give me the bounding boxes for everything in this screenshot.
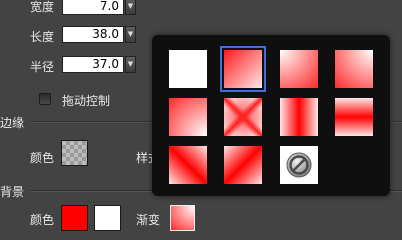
- gradient-picker-button[interactable]: [170, 205, 195, 231]
- edge-section-label: 边缘: [0, 116, 25, 130]
- edge-color-label: 颜色: [30, 151, 55, 165]
- length-label: 长度: [30, 30, 55, 44]
- gradient-option-diagonal-stripe-1[interactable]: [169, 146, 207, 184]
- gradient-option-diagonal-stripe-2[interactable]: [224, 146, 262, 184]
- gradient-popup: [152, 35, 390, 196]
- gradient-option-linear-diagonal[interactable]: [220, 46, 266, 92]
- gradient-option-vertical-stripe[interactable]: [280, 98, 318, 136]
- drag-control-label: 拖动控制: [62, 94, 111, 108]
- background-secondary-color-swatch[interactable]: [94, 205, 121, 231]
- radius-input[interactable]: 37.0: [62, 56, 124, 73]
- edge-color-swatch[interactable]: [61, 140, 88, 166]
- background-primary-color-swatch[interactable]: [61, 205, 88, 231]
- no-entry-icon: [286, 152, 312, 178]
- drag-control-checkbox[interactable]: [39, 93, 51, 105]
- gradient-option-disabled[interactable]: [280, 146, 318, 184]
- length-dropdown-button[interactable]: ▼: [125, 26, 136, 43]
- radius-dropdown-button[interactable]: ▼: [125, 56, 136, 73]
- gradient-option-radial-top-left[interactable]: [280, 50, 318, 88]
- gradient-option-horizontal-stripe[interactable]: [335, 98, 373, 136]
- gradient-option-none[interactable]: [169, 50, 207, 88]
- gradient-label: 渐变: [136, 213, 161, 227]
- chevron-down-icon: ▼: [127, 2, 134, 10]
- radius-label: 半径: [30, 60, 55, 74]
- gradient-option-radial-top-right[interactable]: [335, 50, 373, 88]
- width-label: 宽度: [30, 0, 55, 14]
- width-dropdown-button[interactable]: ▼: [125, 0, 136, 15]
- background-color-label: 颜色: [30, 213, 55, 227]
- background-section-label: 背景: [0, 185, 25, 199]
- width-input[interactable]: 7.0: [62, 0, 124, 15]
- chevron-down-icon: ▼: [127, 30, 134, 38]
- gradient-option-radial-cross[interactable]: [224, 98, 262, 136]
- chevron-down-icon: ▼: [127, 60, 134, 68]
- length-input[interactable]: 38.0: [62, 26, 124, 43]
- gradient-option-radial-bottom-right[interactable]: [169, 98, 207, 136]
